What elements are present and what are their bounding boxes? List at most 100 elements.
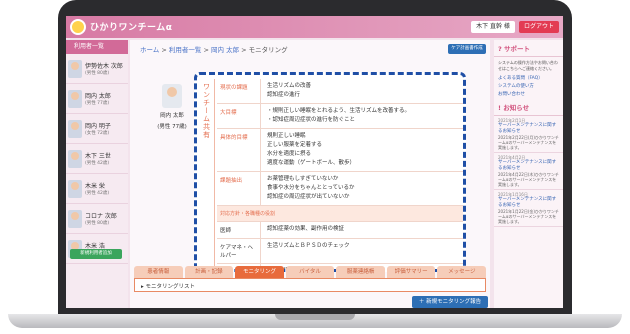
user-name: 岡内 太郎: [85, 93, 111, 100]
user-list-title: 利用者一覧: [66, 40, 128, 54]
user-list-item[interactable]: 木下 三世 (男性 42歳): [66, 144, 128, 174]
user-name: 岡内 明子: [85, 123, 111, 130]
news-body: 2021年2月22日(月)ひかりワンチームαのサーバーメンテナンスを実施します。: [498, 135, 559, 150]
plan-row: 現状の課題 生活リズムの改善 認知症の進行: [217, 79, 463, 104]
user-sub: (男性 77歳): [85, 101, 110, 106]
user-info: 岡内 太郎 (男性 77歳): [85, 91, 111, 106]
card-vertical-title: ワンチーム共有: [199, 79, 215, 269]
logo-icon: [70, 19, 86, 35]
user-name: 木米 栄: [85, 183, 105, 190]
laptop-frame: ひかりワンチームα 木下 直幹 様 ログアウト 利用者一覧 伊勢佐木 次郎 (男性…: [0, 0, 630, 334]
news-link[interactable]: サーバーメンテナンスに関するお知らせ: [498, 160, 559, 172]
tab-1[interactable]: 患者情報: [134, 266, 183, 278]
plan-row-value: 生活リズムの改善 認知症の進行: [267, 83, 312, 98]
support-link[interactable]: お問い合わせ: [494, 91, 563, 99]
user-list: 伊勢佐木 次郎 (男性 80歳) 岡内 太郎 (男性 77歳) 岡内 明子 (女性 72歳…: [66, 54, 128, 264]
user-name: 伊勢佐木 次郎: [85, 63, 123, 70]
tab-4[interactable]: バイタル: [285, 266, 335, 278]
user-avatar: [68, 209, 82, 228]
support-link[interactable]: よくある質問（FAQ）: [494, 75, 563, 83]
plan-row: 大目標 ・規則正しい睡眠をとれるよう、生活リズムを改善する。 ・認知症周辺症状の進…: [217, 104, 463, 129]
breadcrumb-current: モニタリング: [248, 46, 288, 54]
logout-button[interactable]: ログアウト: [519, 21, 559, 33]
user-info: コロナ 次郎 (男性 80歳): [85, 211, 117, 226]
user-sub: (男性 42歳): [85, 191, 110, 196]
support-title: ? サポート: [494, 40, 563, 57]
care-plan-button[interactable]: ケア計画書作成: [448, 44, 486, 54]
news-item[interactable]: 2021年4月2日 サーバーメンテナンスに関するお知らせ 2021年4月22日(木)…: [494, 153, 563, 190]
current-user[interactable]: 木下 直幹 様: [471, 21, 515, 33]
user-list-item[interactable]: コロナ 次郎 (男性 80歳): [66, 204, 128, 234]
tab-7[interactable]: メッセージ: [437, 266, 487, 278]
news-body: 2021年4月22日(木)ひかりワンチームαのサーバーメンテナンスを実施します。: [498, 172, 559, 187]
breadcrumb-home[interactable]: ホーム: [140, 46, 159, 54]
laptop-notch: [275, 314, 355, 320]
patient-sub: (男性 77歳): [157, 124, 187, 130]
plan-table: 現状の課題 生活リズムの改善 認知症の進行 大目標 ・規則正しい睡眠をとれるよう、生活…: [217, 79, 463, 269]
plan-row: 課題抽出 お薬管理もしすぎていないか 食事や水分をちゃんととっているか 認知症の周…: [217, 172, 463, 206]
news-list: 2021年2月1日 サーバーメンテナンスに関するお知らせ 2021年2月22日(月)…: [494, 116, 563, 227]
one-team-shared-card: ワンチーム共有 現状の課題 生活リズムの改善 認知症の進行 大目標 ・規則正しい睡眠を…: [194, 72, 466, 272]
plan-row-value: 認知症薬の効果、副作用の検証: [267, 226, 345, 232]
plan-row: 医師 認知症薬の効果、副作用の検証: [217, 222, 463, 239]
user-avatar: [68, 149, 82, 168]
user-sub: (男性 80歳): [85, 221, 110, 226]
plan-row-label: 医師: [217, 222, 261, 238]
news-title: ! お知らせ: [494, 99, 563, 116]
user-avatar: [68, 59, 82, 78]
breadcrumb-user-list[interactable]: 利用者一覧: [169, 46, 202, 54]
news-title-text: お知らせ: [503, 104, 530, 112]
news-link[interactable]: サーバーメンテナンスに関するお知らせ: [498, 123, 559, 135]
plan-row-label: ケアマネ・ヘルパー: [217, 239, 261, 263]
app-header: ひかりワンチームα 木下 直幹 様 ログアウト: [66, 16, 563, 38]
user-sub: (男性 80歳): [85, 71, 110, 76]
tab-3[interactable]: モニタリング: [235, 266, 284, 278]
plan-row-label: 大目標: [217, 104, 261, 128]
user-sub: (女性 72歳): [85, 131, 110, 136]
user-info: 伊勢佐木 次郎 (男性 80歳): [85, 61, 123, 76]
app-screen: ひかりワンチームα 木下 直幹 様 ログアウト 利用者一覧 伊勢佐木 次郎 (男性…: [66, 16, 563, 308]
breadcrumb-user[interactable]: 岡内 太郎: [211, 46, 239, 54]
main-panel: ホーム > 利用者一覧 > 岡内 太郎 > モニタリング ケア計画書作成 岡内 …: [130, 40, 490, 308]
new-report-label: 新規モニタリング報告: [426, 299, 482, 305]
tab-2[interactable]: 計画・記録: [184, 266, 234, 278]
tab-bar: 患者情報 計画・記録 モニタリング バイタル 服薬連絡帳 評価サマリー メッセージ: [134, 266, 487, 278]
support-link[interactable]: システムの使い方: [494, 83, 563, 91]
user-info: 木米 栄 (男性 42歳): [85, 181, 109, 196]
user-list-item[interactable]: 伊勢佐木 次郎 (男性 80歳): [66, 54, 128, 84]
vertical-title-text: ワンチーム共有: [202, 83, 211, 139]
plan-row-label: 現状の課題: [217, 79, 261, 103]
monitoring-list[interactable]: ▸ モニタリングリスト: [134, 278, 486, 292]
new-monitoring-report-button[interactable]: ＋ 新規モニタリング報告: [412, 296, 488, 308]
user-name: 木下 三世: [85, 153, 111, 160]
user-list-item[interactable]: 木米 栄 (男性 42歳): [66, 174, 128, 204]
plan-row-label: 具体的目標: [217, 129, 261, 171]
add-user-button[interactable]: 新規利用者追加: [70, 249, 122, 259]
monitoring-list-label: モニタリングリスト: [145, 284, 196, 290]
user-info: 岡内 明子 (女性 72歳): [85, 121, 111, 136]
user-info: 木下 三世 (男性 42歳): [85, 151, 111, 166]
breadcrumb: ホーム > 利用者一覧 > 岡内 太郎 > モニタリング: [140, 46, 288, 54]
tab-6[interactable]: 評価サマリー: [386, 266, 436, 278]
support-title-text: サポート: [504, 45, 531, 53]
plan-row: ケアマネ・ヘルパー 生活リズムとＢＰＳＤのチェック: [217, 239, 463, 264]
user-avatar: [68, 179, 82, 198]
support-text: システムの操作方法やお問い合わせはこちらへご連絡ください。: [498, 60, 558, 71]
plan-row-value: 生活リズムとＢＰＳＤのチェック: [267, 243, 350, 249]
user-avatar: [68, 89, 82, 108]
plan-row-value: 規則正しい睡眠 正しい服薬を定着する 水分を適度に摂る 適度な運動（ゲートボール…: [267, 133, 356, 166]
patient-profile: 岡内 太郎 (男性 77歳): [152, 84, 192, 130]
user-list-item[interactable]: 岡内 明子 (女性 72歳): [66, 114, 128, 144]
plan-row: 対応方針・各職種の役割: [217, 206, 463, 222]
plan-row-value: お薬管理もしすぎていないか 食事や水分をちゃんととっているか 認知症の周辺症状が…: [267, 176, 355, 200]
plan-row-value: ・規則正しい睡眠をとれるよう、生活リズムを改善する。 ・認知症周辺症状の進行を防…: [267, 108, 411, 123]
news-body: 2021年1月22日(金)ひかりワンチームαのサーバーメンテナンスを実施します。: [498, 209, 559, 224]
user-list-item[interactable]: 岡内 太郎 (男性 77歳): [66, 84, 128, 114]
news-item[interactable]: 2021年2月1日 サーバーメンテナンスに関するお知らせ 2021年2月22日(月)…: [494, 116, 563, 153]
plan-row: 具体的目標 規則正しい睡眠 正しい服薬を定着する 水分を適度に摂る 適度な運動（ゲ…: [217, 129, 463, 172]
news-item[interactable]: 2021年1月16日 サーバーメンテナンスに関するお知らせ 2021年1月22日(金…: [494, 190, 563, 227]
support-links: よくある質問（FAQ） システムの使い方 お問い合わせ: [494, 75, 563, 99]
news-link[interactable]: サーバーメンテナンスに関するお知らせ: [498, 197, 559, 209]
user-sidebar: 利用者一覧 伊勢佐木 次郎 (男性 80歳) 岡内 太郎 (男性 77歳) 岡内 明子(…: [66, 40, 128, 308]
tab-5[interactable]: 服薬連絡帳: [336, 266, 385, 278]
